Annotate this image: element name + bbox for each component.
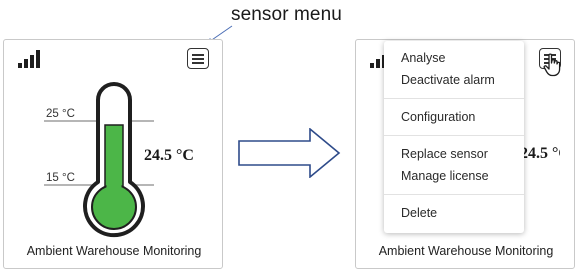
menu-divider <box>384 194 524 195</box>
upper-threshold-label: 25 °C <box>46 108 75 120</box>
sensor-menu-dropdown: Analyse Deactivate alarm Configuration R… <box>384 41 524 233</box>
menu-divider <box>384 135 524 136</box>
menu-item-configuration[interactable]: Configuration <box>384 106 524 128</box>
temperature-reading: 24.5 °C <box>520 145 560 162</box>
menu-item-manage-license[interactable]: Manage license <box>384 165 524 187</box>
lower-threshold-label: 15 °C <box>46 172 75 184</box>
sensor-card-title: Ambient Warehouse Monitoring <box>378 244 554 258</box>
sensor-card-title: Ambient Warehouse Monitoring <box>26 244 202 258</box>
menu-divider <box>384 98 524 99</box>
temperature-reading: 24.5 °C <box>144 147 194 164</box>
menu-item-replace-sensor[interactable]: Replace sensor <box>384 143 524 165</box>
right-arrow-icon <box>238 128 341 178</box>
sensor-card-before: 25 °C 15 °C 24.5 °C Ambient Warehouse Mo… <box>3 39 223 269</box>
sensor-menu-annotation: sensor menu <box>231 4 342 25</box>
menu-item-delete[interactable]: Delete <box>384 202 524 224</box>
hand-pointer-icon <box>543 53 561 77</box>
menu-item-deactivate-alarm[interactable]: Deactivate alarm <box>384 69 524 91</box>
menu-item-analyse[interactable]: Analyse <box>384 47 524 69</box>
